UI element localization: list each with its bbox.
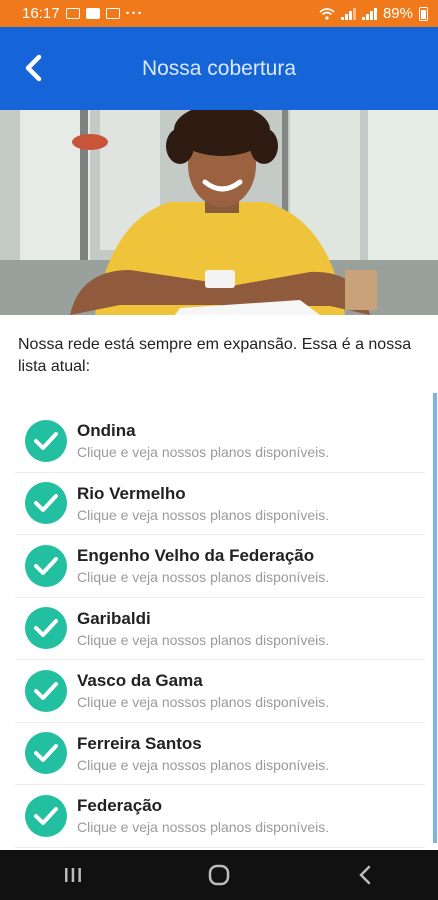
list-item[interactable]: Ferreira Santos Clique e veja nossos plan…	[15, 723, 425, 785]
list-item[interactable]: Garibaldi Clique e veja nossos planos dis…	[15, 598, 425, 660]
list-item-text: Ondina Clique e veja nossos planos dispon…	[77, 420, 329, 461]
check-circle-icon	[25, 669, 67, 712]
message-icon	[85, 8, 100, 19]
check-circle-icon	[25, 544, 67, 587]
list-item-text: Engenho Velho da Federação Clique e veja …	[77, 545, 329, 586]
wifi-icon	[319, 7, 335, 20]
check-circle-icon	[25, 607, 67, 650]
list-item[interactable]: Ondina Clique e veja nossos planos dispon…	[15, 410, 425, 473]
battery-icon	[419, 6, 428, 21]
status-right: 89%	[319, 5, 428, 22]
list-item-text: Garibaldi Clique e veja nossos planos dis…	[77, 608, 329, 649]
signal-2-icon	[361, 7, 377, 20]
check-circle-icon	[25, 419, 67, 462]
battery-percent: 89%	[382, 5, 413, 22]
list-item[interactable]: Federação Clique e veja nossos planos dis…	[15, 785, 425, 848]
plans-hint: Clique e veja nossos planos disponíveis.	[77, 756, 330, 773]
check-circle-icon	[25, 794, 67, 837]
neighborhood-name: Ferreira Santos	[77, 733, 202, 753]
list-item[interactable]: Vasco da Gama Clique e veja nossos planos…	[15, 660, 425, 723]
plans-hint: Clique e veja nossos planos disponíveis.	[77, 569, 330, 586]
plans-hint: Clique e veja nossos planos disponíveis.	[77, 506, 330, 523]
intro-text: Nossa rede está sempre em expansão. Essa…	[18, 336, 412, 375]
status-left: 16:17 ···	[22, 5, 144, 22]
status-time: 16:17	[22, 5, 60, 22]
gallery-icon	[65, 8, 80, 19]
list-item[interactable]: Rio Vermelho Clique e veja nossos planos …	[15, 473, 425, 535]
neighborhood-name: Engenho Velho da Federação	[77, 546, 315, 566]
app-header: Nossa cobertura	[0, 27, 438, 110]
system-back-button[interactable]	[335, 855, 395, 895]
plans-hint: Clique e veja nossos planos disponíveis.	[77, 819, 330, 836]
list-item[interactable]: Engenho Velho da Federação Clique e veja …	[15, 535, 425, 598]
neighborhood-name: Federação	[77, 796, 163, 816]
neighborhood-name: Ondina	[77, 421, 136, 441]
navigation-bar	[0, 850, 438, 900]
recents-icon	[65, 868, 81, 882]
signal-icon	[340, 7, 356, 20]
chevron-left-icon	[25, 54, 42, 82]
scroll-indicator[interactable]	[433, 393, 437, 843]
hero-image	[0, 110, 438, 315]
back-button[interactable]	[18, 53, 48, 83]
status-bar: 16:17 ··· 89%	[0, 0, 438, 27]
back-icon	[359, 865, 371, 885]
more-notifications-icon: ···	[125, 5, 144, 22]
notification-icon	[105, 8, 120, 19]
check-circle-icon	[25, 482, 67, 525]
list-item-text: Ferreira Santos Clique e veja nossos plan…	[77, 733, 329, 774]
page-title: Nossa cobertura	[141, 56, 297, 80]
plans-hint: Clique e veja nossos planos disponíveis.	[77, 444, 330, 461]
recents-button[interactable]	[43, 855, 103, 895]
home-button[interactable]	[189, 855, 249, 895]
check-circle-icon	[25, 732, 67, 775]
list-item-text: Rio Vermelho Clique e veja nossos planos …	[77, 483, 329, 524]
neighborhood-name: Garibaldi	[77, 608, 151, 628]
list-item-text: Vasco da Gama Clique e veja nossos planos…	[77, 670, 329, 711]
list-item-text: Federação Clique e veja nossos planos dis…	[77, 795, 329, 836]
neighborhood-name: Vasco da Gama	[77, 671, 203, 691]
neighborhood-name: Rio Vermelho	[77, 483, 186, 503]
home-icon	[208, 864, 230, 886]
plans-hint: Clique e veja nossos planos disponíveis.	[77, 694, 330, 711]
plans-hint: Clique e veja nossos planos disponíveis.	[77, 631, 330, 648]
coverage-list: Ondina Clique e veja nossos planos dispon…	[15, 410, 425, 848]
smiling-man-photo	[0, 110, 438, 315]
